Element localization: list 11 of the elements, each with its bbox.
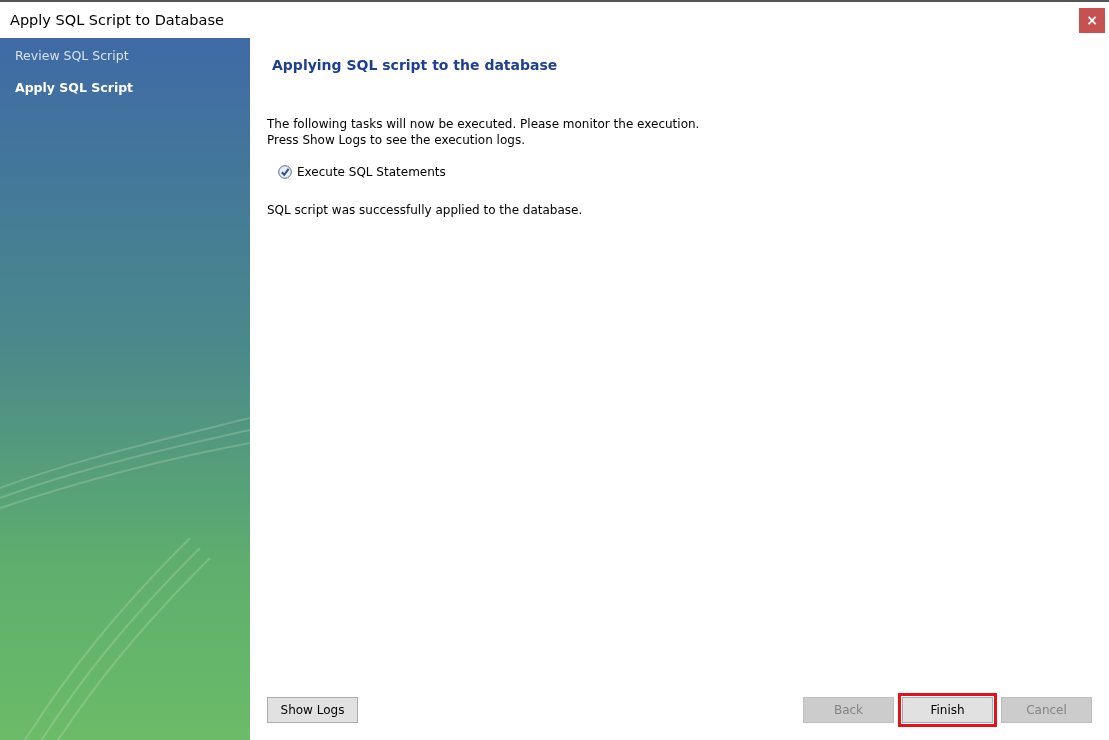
dialog-button[interactable]: Show Logs bbox=[267, 697, 358, 723]
wizard-step: Review SQL Script bbox=[15, 48, 235, 63]
page-heading: Applying SQL script to the database bbox=[271, 57, 559, 73]
dialog-button[interactable]: Finish bbox=[902, 697, 993, 723]
task-label: Execute SQL Statements bbox=[297, 165, 446, 179]
instruction-text: Press Show Logs to see the execution logs. bbox=[267, 133, 526, 147]
wizard-step: Apply SQL Script bbox=[15, 80, 235, 95]
window-title: Apply SQL Script to Database bbox=[10, 12, 224, 28]
result-message: SQL script was successfully applied to the database. bbox=[267, 203, 584, 217]
close-button[interactable]: × bbox=[1079, 7, 1105, 33]
instruction-text: The following tasks will now be executed. Please monitor the execution. bbox=[267, 117, 701, 131]
